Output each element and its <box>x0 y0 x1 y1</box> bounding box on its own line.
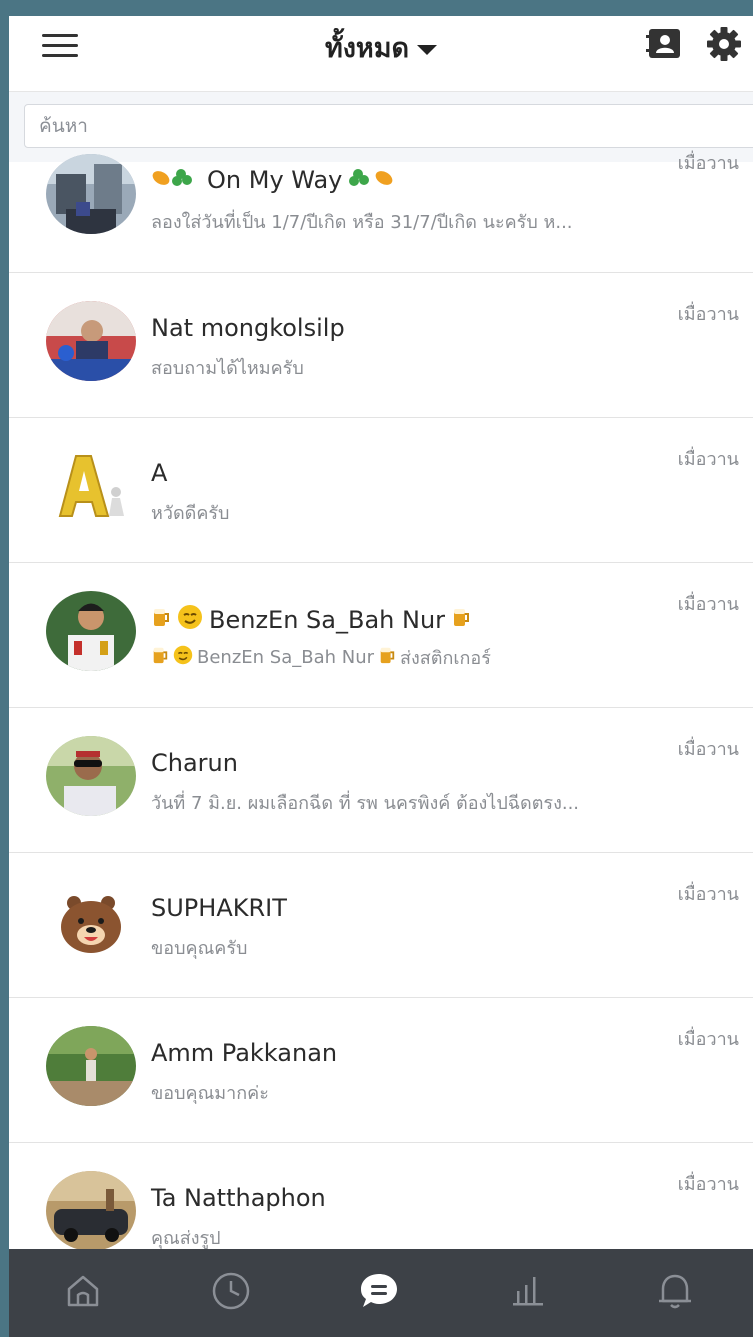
chat-icon <box>361 1274 397 1307</box>
avatar <box>46 1026 136 1106</box>
chat-last-message: คุณส่งรูป <box>151 1228 221 1249</box>
chat-last-message: BenzEn Sa_Bah Nur ส่งสติกเกอร์ <box>151 643 491 672</box>
chat-name: Nat mongkolsilp <box>151 314 345 342</box>
bottom-navigation <box>9 1249 753 1337</box>
chat-row[interactable]: A หวัดดีครับ เมื่อวาน <box>9 418 753 563</box>
chat-timestamp: เมื่อวาน <box>677 739 739 760</box>
avatar <box>46 591 136 671</box>
nav-home[interactable] <box>9 1249 157 1337</box>
chat-last-message: ขอบคุณครับ <box>151 938 248 959</box>
clock-icon <box>212 1272 250 1310</box>
chat-row[interactable]: BenzEn Sa_Bah Nur BenzEn Sa_Bah Nur ส่งส… <box>9 563 753 708</box>
avatar <box>46 1171 136 1251</box>
chat-last-message: ขอบคุณมากค่ะ <box>151 1083 269 1104</box>
chat-list: On My Way ลองใส่วันที่เป็น 1/7/ปีเกิด หร… <box>9 153 753 1288</box>
avatar <box>46 736 136 816</box>
leaf-emoji-icon <box>348 166 398 194</box>
stats-icon <box>513 1277 543 1306</box>
chat-last-message: หวัดดีครับ <box>151 503 230 524</box>
chat-name: Ta Natthaphon <box>151 1184 326 1212</box>
smirk-emoji-icon <box>173 645 193 670</box>
leaf-emoji-icon <box>151 166 201 194</box>
chat-row[interactable]: Charun วันที่ 7 มิ.ย. ผมเลือกฉีด ที่ รพ … <box>9 708 753 853</box>
page-title: ทั้งหมด <box>324 33 410 64</box>
chat-name: SUPHAKRIT <box>151 894 287 922</box>
beer-emoji-icon <box>151 645 169 670</box>
avatar <box>46 301 136 381</box>
smirk-emoji-icon <box>177 604 203 636</box>
search-input[interactable] <box>24 104 753 148</box>
nav-notifications[interactable] <box>601 1249 749 1337</box>
avatar <box>46 154 136 234</box>
chat-last-message: สอบถามได้ไหมครับ <box>151 358 304 379</box>
top-bar: ทั้งหมด <box>9 16 753 92</box>
background-frame-top <box>0 0 753 16</box>
chat-name: On My Way <box>151 166 398 194</box>
chat-timestamp: เมื่อวาน <box>677 594 739 615</box>
chat-row[interactable]: SUPHAKRIT ขอบคุณครับ เมื่อวาน <box>9 853 753 998</box>
chat-timestamp: เมื่อวาน <box>677 1174 739 1195</box>
chat-name: Charun <box>151 749 238 777</box>
filter-dropdown[interactable]: ทั้งหมด <box>9 26 753 69</box>
nav-stats[interactable] <box>453 1249 601 1337</box>
contacts-book-icon[interactable] <box>646 28 682 60</box>
bell-icon <box>659 1274 691 1309</box>
gear-icon[interactable] <box>706 26 742 62</box>
chat-timestamp: เมื่อวาน <box>677 884 739 905</box>
background-frame-left <box>0 0 9 1337</box>
beer-emoji-icon <box>151 606 171 634</box>
search-bar <box>9 92 753 162</box>
avatar <box>46 881 136 961</box>
beer-emoji-icon <box>378 645 396 670</box>
chat-row[interactable]: Nat mongkolsilp สอบถามได้ไหมครับ เมื่อวา… <box>9 273 753 418</box>
nav-chats[interactable] <box>305 1249 453 1337</box>
chat-name: A <box>151 459 168 487</box>
chat-last-message: วันที่ 7 มิ.ย. ผมเลือกฉีด ที่ รพ นครพิงค… <box>151 793 580 814</box>
chat-row[interactable]: On My Way ลองใส่วันที่เป็น 1/7/ปีเกิด หร… <box>9 153 753 273</box>
chat-timestamp: เมื่อวาน <box>677 449 739 470</box>
app-screen: ทั้งหมด ค้นหา On My Way ลองใส่วันที่เป็น… <box>9 16 753 1337</box>
chat-timestamp: เมื่อวาน <box>677 304 739 325</box>
chat-name: BenzEn Sa_Bah Nur <box>151 604 471 636</box>
chat-last-message: ลองใส่วันที่เป็น 1/7/ปีเกิด หรือ 31/7/ปี… <box>151 212 573 233</box>
chat-timestamp: เมื่อวาน <box>677 1029 739 1050</box>
caret-down-icon <box>417 44 438 55</box>
chat-timestamp: เมื่อวาน <box>677 153 739 174</box>
chat-row[interactable]: Amm Pakkanan ขอบคุณมากค่ะ เมื่อวาน <box>9 998 753 1143</box>
beer-emoji-icon <box>451 606 471 634</box>
home-icon <box>67 1275 99 1307</box>
avatar <box>46 446 136 526</box>
nav-history[interactable] <box>157 1249 305 1337</box>
chat-name: Amm Pakkanan <box>151 1039 338 1067</box>
